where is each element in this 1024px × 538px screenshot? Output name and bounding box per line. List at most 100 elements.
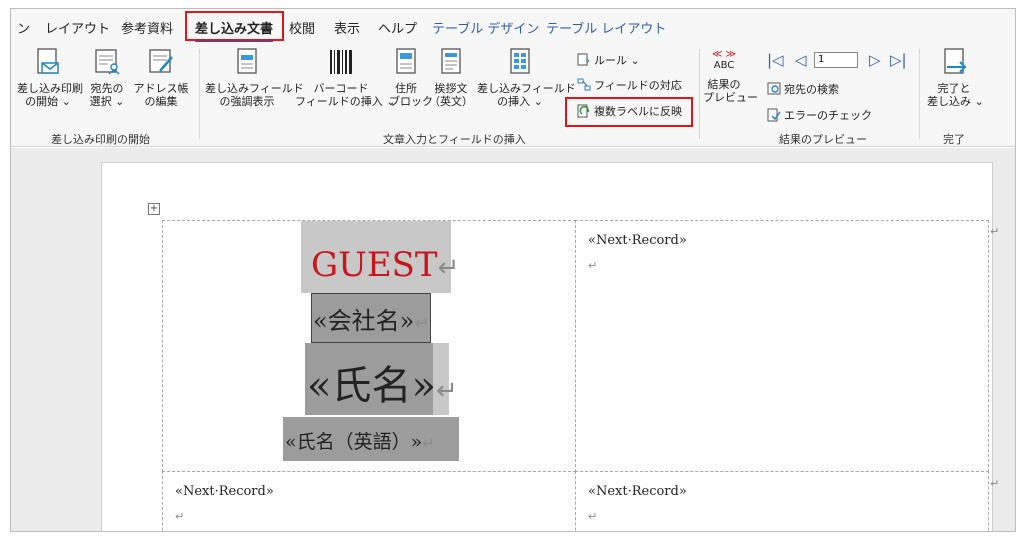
table-move-handle-icon[interactable]: + (148, 203, 160, 215)
paragraph-mark: ↵ (588, 510, 598, 523)
guest-label: GUEST (311, 245, 438, 285)
svg-text:?: ? (585, 59, 590, 67)
guest-text: GUEST↵ (311, 245, 459, 285)
insert-merge-field-button[interactable]: 差し込みフィールド の挿入 ⌄ (477, 47, 576, 108)
start-mail-merge-icon (37, 48, 59, 74)
tab-view[interactable]: 表示 (334, 18, 360, 37)
last-record-icon[interactable]: ▷| (890, 51, 907, 69)
paragraph-mark: ↵ (175, 510, 185, 523)
check-errors-label: エラーのチェック (784, 109, 872, 122)
insert-merge-field-label-1: 差し込みフィールド (477, 82, 576, 95)
barcode-icon (330, 50, 352, 74)
finish-merge-label-2: 差し込み ⌄ (927, 95, 984, 108)
find-recipient-icon (767, 82, 781, 95)
select-recipients-label-1: 宛先の (90, 82, 124, 95)
label-cell-1[interactable]: GUEST↵ «会社名»↵ «氏名»↵ «氏名（英語）»↵ (162, 220, 576, 472)
find-recipient-button[interactable]: 宛先の検索 (767, 81, 839, 97)
name-label: «氏名» (307, 363, 436, 409)
label-cell-2[interactable]: «Next·Record» ↵ (575, 220, 989, 472)
find-recipient-label: 宛先の検索 (784, 83, 839, 96)
group-separator (919, 49, 920, 139)
match-fields-icon (577, 78, 591, 91)
next-record-field: «Next·Record» (175, 484, 274, 499)
address-block-label-1: 住所 (395, 82, 417, 95)
insert-barcode-label-1: バーコード (313, 82, 369, 95)
highlight-merge-fields-button[interactable]: 差し込みフィールド の強調表示 (205, 47, 304, 108)
row-end-mark: ↵ (990, 477, 1000, 490)
document-page[interactable]: + GUEST↵ «会社名»↵ «氏名»↵ «氏名（英語）»↵ «Next·Re… (101, 162, 999, 531)
greeting-line-button[interactable]: 挨拶文 （英文） (429, 47, 473, 108)
group-separator (699, 49, 700, 139)
row-end-mark: ↵ (990, 225, 1000, 238)
tab-table-design[interactable]: テーブル デザイン (432, 18, 539, 37)
group-label-finish: 完了 (943, 133, 965, 146)
greeting-line-label-1: 挨拶文 (434, 82, 468, 95)
start-mail-merge-label-1: 差し込み印刷 (17, 82, 83, 95)
tab-help[interactable]: ヘルプ (378, 18, 417, 37)
match-fields-label: フィールドの対応 (594, 79, 682, 92)
name-en-text: «氏名（英語）»↵ (285, 427, 435, 454)
rules-button[interactable]: ? ルール ⌄ (577, 52, 640, 68)
group-separator (199, 49, 200, 139)
insert-barcode-label-2: フィールドの挿入 ⌄ (295, 95, 396, 108)
first-record-icon[interactable]: |◁ (767, 51, 784, 69)
match-fields-button[interactable]: フィールドの対応 (577, 77, 682, 93)
highlight-merge-fields-label-2: の強調表示 (219, 95, 275, 108)
select-recipients-button[interactable]: 宛先の 選択 ⌄ (85, 47, 129, 108)
check-errors-icon (767, 108, 781, 122)
check-errors-button[interactable]: エラーのチェック (767, 107, 872, 123)
name-text: «氏名»↵ (307, 353, 458, 411)
highlight-merge-fields-icon (237, 48, 257, 74)
tab-table-layout[interactable]: テーブル レイアウト (546, 18, 666, 37)
record-number-input[interactable]: 1 (814, 52, 858, 68)
finish-merge-icon (944, 48, 967, 74)
preview-results-label-2: プレビュー (703, 91, 758, 104)
tab-references[interactable]: 参考資料 (121, 18, 173, 37)
highlight-box-update-labels (565, 97, 693, 127)
preview-chevrons-icon: ≪ ≫ (711, 49, 737, 60)
rules-label: ルール ⌄ (594, 54, 640, 67)
previous-record-icon[interactable]: ◁ (795, 51, 807, 69)
start-mail-merge-label-2: の開始 ⌄ (25, 95, 71, 108)
paragraph-mark: ↵ (588, 259, 598, 272)
tab-review[interactable]: 校閲 (289, 18, 315, 37)
greeting-line-icon (441, 48, 461, 74)
ribbon-tab-bar: ン レイアウト 参考資料 差し込み文書 校閲 表示 ヘルプ テーブル デザイン … (11, 9, 1015, 43)
finish-merge-button[interactable]: 完了と 差し込み ⌄ (927, 47, 984, 108)
next-record-icon[interactable]: ▷ (869, 51, 881, 69)
preview-abc-icon: ABC (713, 60, 735, 71)
insert-barcode-button[interactable]: バーコード フィールドの挿入 ⌄ (295, 47, 396, 108)
paragraph-mark: ↵ (435, 376, 458, 406)
edit-recipient-list-label-2: の編集 (144, 95, 178, 108)
paragraph-mark: ↵ (422, 434, 435, 452)
rules-icon: ? (577, 53, 590, 67)
name-en-label: «氏名（英語）» (285, 431, 423, 453)
paragraph-mark: ↵ (437, 253, 460, 283)
company-label: «会社名» (313, 307, 415, 335)
tab-layout[interactable]: レイアウト (45, 18, 110, 37)
highlight-box-mailings-tab (185, 11, 284, 41)
greeting-line-label-2: （英文） (429, 95, 473, 108)
start-mail-merge-button[interactable]: 差し込み印刷 の開始 ⌄ (17, 47, 83, 108)
insert-merge-field-icon (510, 48, 530, 74)
preview-results-button[interactable]: ≪ ≫ ABC 結果の プレビュー (703, 49, 758, 104)
edit-recipient-list-button[interactable]: アドレス帳 の編集 (133, 47, 189, 108)
address-block-label-2: ブロック (389, 95, 433, 108)
paragraph-mark: ↵ (414, 313, 430, 334)
company-text: «会社名»↵ (313, 301, 429, 336)
next-record-field: «Next·Record» (588, 233, 687, 248)
word-window: ン レイアウト 参考資料 差し込み文書 校閲 表示 ヘルプ テーブル デザイン … (10, 8, 1016, 532)
label-cell-3[interactable]: «Next·Record» ↵ (162, 471, 576, 531)
document-area: + GUEST↵ «会社名»↵ «氏名»↵ «氏名（英語）»↵ «Next·Re… (11, 148, 1015, 531)
address-block-icon (396, 48, 416, 74)
next-record-field: «Next·Record» (588, 484, 687, 499)
preview-results-label-1: 結果の (707, 78, 741, 91)
group-label-write-insert-fields: 文章入力とフィールドの挿入 (383, 133, 526, 146)
group-label-preview-results: 結果のプレビュー (779, 133, 867, 146)
address-block-button[interactable]: 住所 ブロック (389, 47, 433, 108)
select-recipients-label-2: 選択 ⌄ (89, 95, 125, 108)
ribbon: 差し込み印刷 の開始 ⌄ 宛先の 選択 ⌄ アドレス帳 の編集 差し込み印刷の開… (11, 43, 1015, 147)
label-cell-4[interactable]: «Next·Record» ↵ (575, 471, 989, 531)
tab-partial[interactable]: ン (17, 18, 30, 37)
group-label-start-mail-merge: 差し込み印刷の開始 (51, 133, 150, 146)
